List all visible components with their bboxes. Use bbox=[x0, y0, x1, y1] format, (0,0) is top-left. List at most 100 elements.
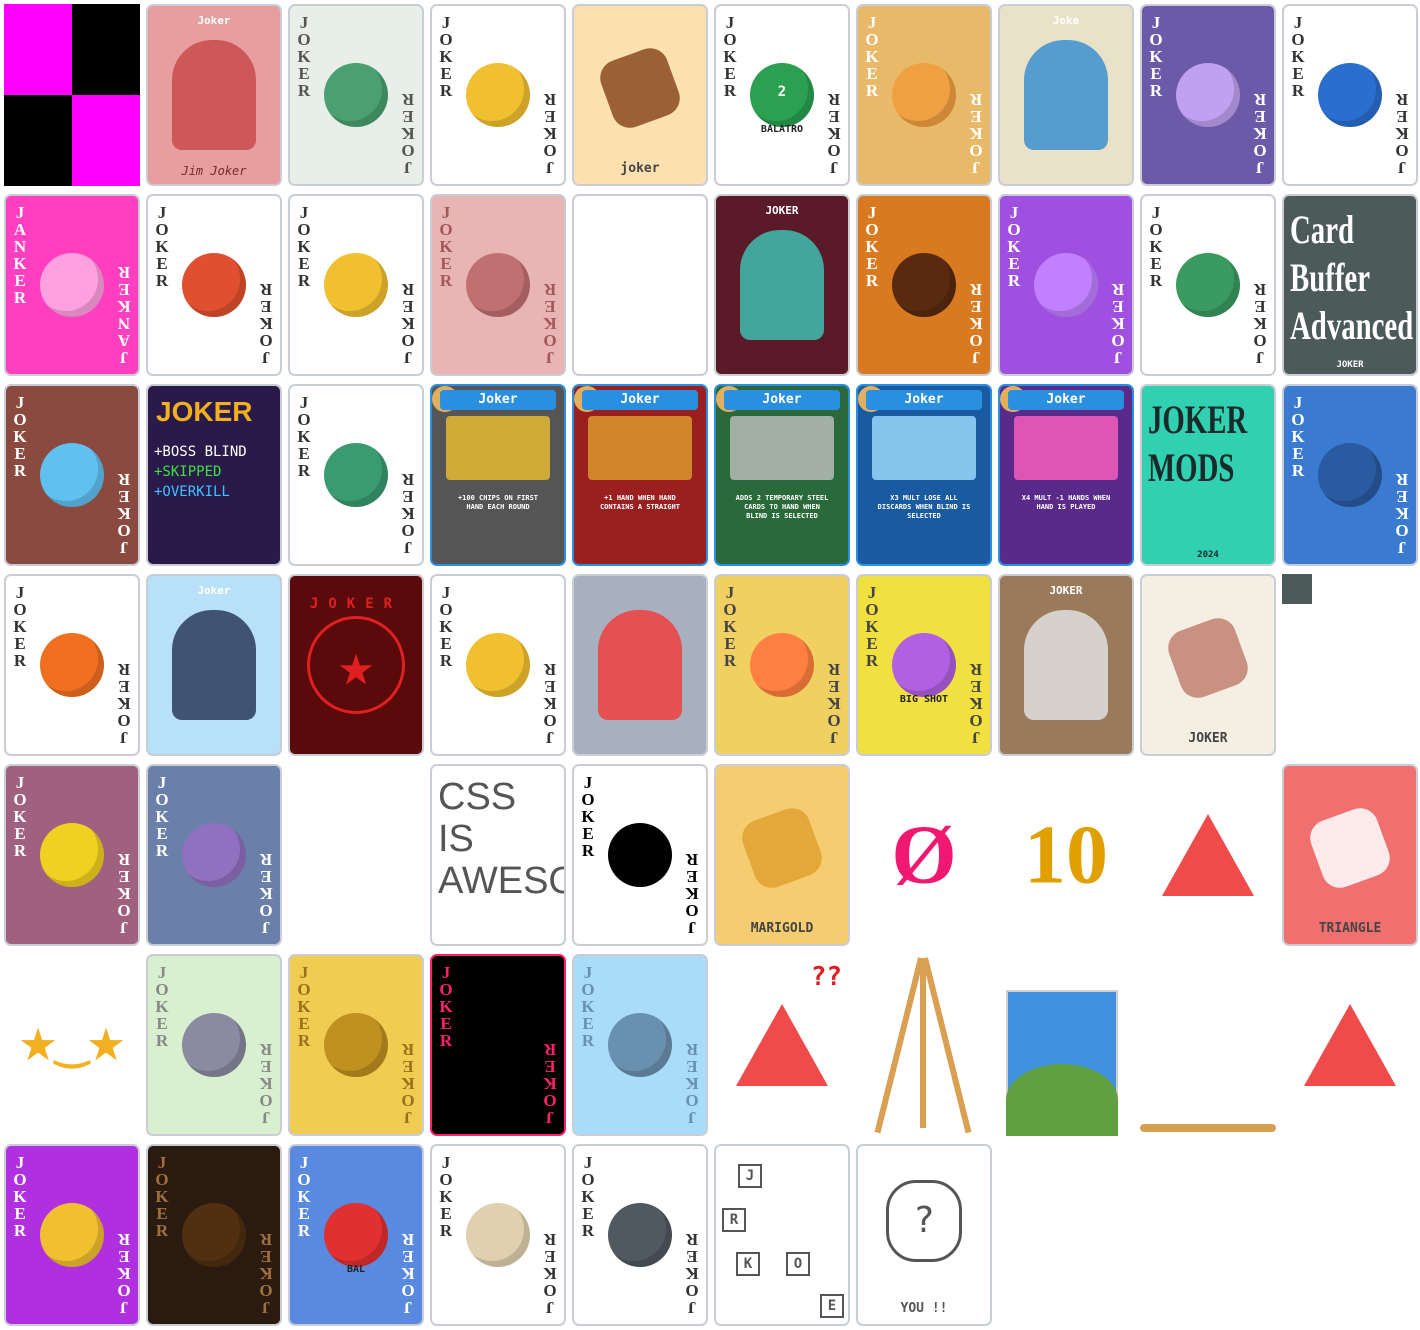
marigold-tile[interactable]: MARIGOLD bbox=[714, 764, 850, 946]
easel-tile[interactable] bbox=[856, 954, 992, 1136]
bw-joker-tile[interactable]: JOKER JOKER bbox=[572, 764, 708, 946]
blank-card-tile[interactable] bbox=[572, 194, 708, 376]
pentagram-joker-tile[interactable]: ★ JOKER bbox=[288, 574, 424, 756]
jester-joker-tile[interactable]: JOKER JOKER bbox=[288, 194, 424, 376]
corner-label-bottom: JOKER bbox=[543, 280, 557, 367]
bar-tile[interactable] bbox=[1140, 954, 1276, 1136]
black-joker-tile[interactable]: JOKER JOKER bbox=[430, 954, 566, 1136]
ice-joker-tile[interactable]: Joker X3 MULT LOSE ALL DISCARDS WHEN BLIN… bbox=[856, 384, 992, 566]
css-is-awesome-tile[interactable]: CSS IS AWESOME bbox=[430, 764, 566, 946]
baseball-joker-tile[interactable]: Joker Jim Joker bbox=[146, 4, 282, 186]
card-art-icon bbox=[1318, 443, 1382, 507]
classic-joker-2-tile[interactable]: JOKER JOKER bbox=[430, 574, 566, 756]
card-description: X4 MULT -1 HANDS WHEN HAND IS PLAYED bbox=[1021, 494, 1111, 511]
card-art-icon bbox=[892, 63, 956, 127]
clownfish-joker-tile[interactable]: JOKER JOKER bbox=[4, 574, 140, 756]
mini-card-joker-tile[interactable]: JOKER JOKER bbox=[430, 1144, 566, 1326]
icecream-joker-tile[interactable]: JOKER JOKER bbox=[856, 4, 992, 186]
triangle-confused-tile[interactable]: ?? bbox=[714, 954, 850, 1136]
globe-joker-tile[interactable]: Joke bbox=[998, 4, 1134, 186]
landscape-tile[interactable] bbox=[998, 954, 1134, 1136]
classic-joker-tile[interactable]: JOKER JOKER bbox=[430, 4, 566, 186]
corner-label-bottom: JOKER bbox=[969, 90, 983, 177]
you-card-tile[interactable]: ? YOU !! bbox=[856, 1144, 992, 1326]
swirl-joker-tile[interactable]: JOKER JOKER bbox=[146, 194, 282, 376]
ten-tile[interactable]: 10 bbox=[998, 764, 1134, 946]
gold-joker-tile[interactable]: JOKER JOKER bbox=[288, 954, 424, 1136]
mailbox-joker-tile[interactable]: JOKER JOKER BAL bbox=[288, 1144, 424, 1326]
blank-2-tile[interactable] bbox=[288, 764, 424, 946]
big-shot-joker-tile[interactable]: JOKER JOKER BIG SHOT bbox=[856, 574, 992, 756]
missing-texture-tile[interactable] bbox=[4, 4, 140, 186]
joker-mods-tile[interactable]: JOKER MODS 2024 bbox=[1140, 384, 1276, 566]
clown-hat-joker-tile[interactable]: JOKER JOKER bbox=[1282, 4, 1418, 186]
straight-joker-tile[interactable]: Joker +1 HAND WHEN HAND CONTAINS A STRAIG… bbox=[572, 384, 708, 566]
triangle-face-tile[interactable] bbox=[1140, 764, 1276, 946]
purple-joker-tile[interactable]: JOKER JOKER bbox=[4, 1144, 140, 1326]
spot-joker-tile[interactable]: JOKER JOKER bbox=[572, 1144, 708, 1326]
null-symbol-tile[interactable]: Ø bbox=[856, 764, 992, 946]
card-badge: BIG SHOT bbox=[899, 694, 949, 705]
maze-letter-box: J bbox=[738, 1164, 762, 1188]
balatro-box-joker-tile[interactable]: JOKER JOKER BALATRO 2 bbox=[714, 4, 850, 186]
dice-joker-tile[interactable]: JOKER JOKER bbox=[4, 384, 140, 566]
star-eyes-tile[interactable]: ★‿★ bbox=[4, 954, 140, 1136]
corner-label-top: JOKER bbox=[1291, 13, 1305, 100]
corner-label-top: JOKER bbox=[865, 583, 879, 670]
boss-blind-joker-tile[interactable]: JOKER +BOSS BLIND +SKIPPED +OVERKILL bbox=[146, 384, 282, 566]
recycle-joker-tile[interactable]: JOKER JOKER bbox=[288, 384, 424, 566]
card-art-icon bbox=[872, 416, 976, 480]
corner-label-bottom: JOKER bbox=[117, 850, 131, 937]
card-art-icon bbox=[598, 610, 682, 720]
card-art-icon bbox=[608, 823, 672, 887]
magician-joker-tile[interactable]: Joker bbox=[146, 574, 282, 756]
triangle-card-tile[interactable]: TRIANGLE bbox=[1282, 764, 1418, 946]
macaron-joker-tile[interactable]: JOKER JOKER bbox=[4, 764, 140, 946]
triangle-smile-tile[interactable] bbox=[1282, 954, 1418, 1136]
landscape-hill bbox=[1006, 1064, 1118, 1136]
card-header: Joker bbox=[582, 390, 698, 410]
pipe-joker-tile[interactable]: joker bbox=[572, 4, 708, 186]
lollipop-joker-tile[interactable]: JOKER JOKER bbox=[998, 194, 1134, 376]
small-square-tile[interactable] bbox=[1282, 574, 1418, 756]
grid-joker-tile[interactable]: JOKER JOKER bbox=[146, 764, 282, 946]
sunglasses-joker-tile[interactable]: JOKER JOKER bbox=[430, 194, 566, 376]
card-header: Joker bbox=[866, 390, 982, 410]
card-badge: BALATRO bbox=[760, 124, 804, 135]
question-icon: ? bbox=[886, 1179, 962, 1262]
steel-joker-tile[interactable]: Joker ADDS 2 TEMPORARY STEEL CARDS TO HAN… bbox=[714, 384, 850, 566]
lightning-joker-tile[interactable]: JOKER JOKER bbox=[1140, 4, 1276, 186]
triangle-icon bbox=[736, 1004, 828, 1086]
card-art-icon bbox=[608, 1203, 672, 1267]
coffee-joker-tile[interactable]: JOKER JOKER bbox=[856, 194, 992, 376]
corner-label-top: JOKER bbox=[439, 1153, 453, 1240]
peek-joker-tile[interactable] bbox=[572, 574, 708, 756]
card-title-text: CSS IS AWESOME bbox=[438, 776, 564, 902]
corner-label-top: JOKER bbox=[297, 393, 311, 480]
dark-joker-tile[interactable]: JOKER JOKER bbox=[146, 1144, 282, 1326]
card-buffer-advanced-tile[interactable]: Card Buffer Advanced JOKER bbox=[1282, 194, 1418, 376]
card-title-text: Card Buffer Advanced bbox=[1290, 207, 1414, 348]
card-caption: JOKER bbox=[1049, 584, 1083, 597]
map-joker-tile[interactable]: JOKER bbox=[1140, 574, 1276, 756]
ghost-joker-tile[interactable]: JOKER bbox=[998, 574, 1134, 756]
corner-label-top: JOKER bbox=[865, 13, 879, 100]
janker-joker-tile[interactable]: JANKER JANKER bbox=[4, 194, 140, 376]
corner-label-top: JOKER bbox=[297, 13, 311, 100]
card-art-icon bbox=[1176, 253, 1240, 317]
rat-joker-tile[interactable]: JOKER JOKER bbox=[146, 954, 282, 1136]
card-description: X3 MULT LOSE ALL DISCARDS WHEN BLIND IS … bbox=[877, 494, 971, 520]
clover-joker-tile[interactable]: JOKER JOKER bbox=[1140, 194, 1276, 376]
mult-joker-tile[interactable]: Joker X4 MULT -1 HANDS WHEN HAND IS PLAYE… bbox=[998, 384, 1134, 566]
bowling-joker-tile[interactable]: JOKER JOKER bbox=[1282, 384, 1418, 566]
gold-figure-joker-tile[interactable]: Joker +100 CHIPS ON FIRST HAND EACH ROUND bbox=[430, 384, 566, 566]
card-art-icon bbox=[182, 1203, 246, 1267]
ice-joker-2-tile[interactable]: JOKER JOKER bbox=[572, 954, 708, 1136]
pentagram-icon: ★ bbox=[307, 616, 405, 714]
rainbow-joker-tile[interactable]: JOKER JOKER bbox=[714, 574, 850, 756]
card-description: ADDS 2 TEMPORARY STEEL CARDS TO HAND WHE… bbox=[735, 494, 829, 520]
bookshelf-joker-tile[interactable]: JOKER JOKER bbox=[288, 4, 424, 186]
maze-joker-tile[interactable]: JRK OE bbox=[714, 1144, 850, 1326]
bubbles-joker-tile[interactable]: JOKER bbox=[714, 194, 850, 376]
card-art-icon bbox=[1024, 610, 1108, 720]
